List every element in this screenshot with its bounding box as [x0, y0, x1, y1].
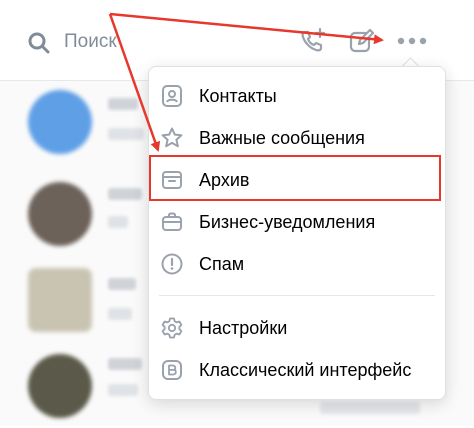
messenger-window: Поиск Контакты Важные сообщения Архив Би…: [0, 0, 474, 426]
menu-item-business[interactable]: Бизнес-уведомления: [149, 201, 445, 243]
chat-title-placeholder: [108, 358, 142, 370]
search-input[interactable]: Поиск: [64, 28, 224, 56]
chat-preview-placeholder: [108, 128, 144, 140]
avatar: [28, 90, 92, 154]
avatar: [28, 354, 92, 418]
more-menu: Контакты Важные сообщения Архив Бизнес-у…: [148, 66, 446, 400]
contacts-icon: [159, 83, 185, 109]
chat-preview-placeholder: [108, 384, 138, 396]
chat-title-placeholder: [108, 188, 142, 200]
compose-icon[interactable]: [346, 26, 376, 56]
menu-item-label: Спам: [199, 253, 245, 274]
chat-title-placeholder: [108, 98, 138, 110]
archive-highlight-frame: [149, 155, 441, 201]
spam-icon: [159, 251, 185, 277]
chat-preview-placeholder: [108, 216, 128, 228]
chat-preview-placeholder: [320, 402, 420, 414]
search-icon[interactable]: [26, 30, 52, 56]
menu-item-label: Важные сообщения: [199, 127, 365, 148]
menu-divider: [159, 295, 435, 296]
menu-item-spam[interactable]: Спам: [149, 243, 445, 285]
menu-item-settings[interactable]: Настройки: [149, 307, 445, 349]
star-icon: [159, 125, 185, 151]
menu-item-label: Контакты: [199, 85, 277, 106]
avatar: [28, 268, 92, 332]
gear-icon: [159, 315, 185, 341]
more-horizontal-icon[interactable]: [396, 34, 428, 48]
menu-item-contacts[interactable]: Контакты: [149, 75, 445, 117]
chat-title-placeholder: [108, 278, 136, 290]
menu-item-classic-interface[interactable]: Классический интерфейс: [149, 349, 445, 391]
menu-item-label: Настройки: [199, 317, 288, 338]
menu-item-label: Бизнес-уведомления: [199, 211, 376, 232]
call-add-icon[interactable]: [298, 26, 328, 56]
avatar: [28, 182, 92, 246]
vk-logo-icon: [159, 357, 185, 383]
menu-item-important[interactable]: Важные сообщения: [149, 117, 445, 159]
chat-preview-placeholder: [108, 308, 132, 320]
briefcase-icon: [159, 209, 185, 235]
menu-item-label: Классический интерфейс: [199, 359, 412, 380]
